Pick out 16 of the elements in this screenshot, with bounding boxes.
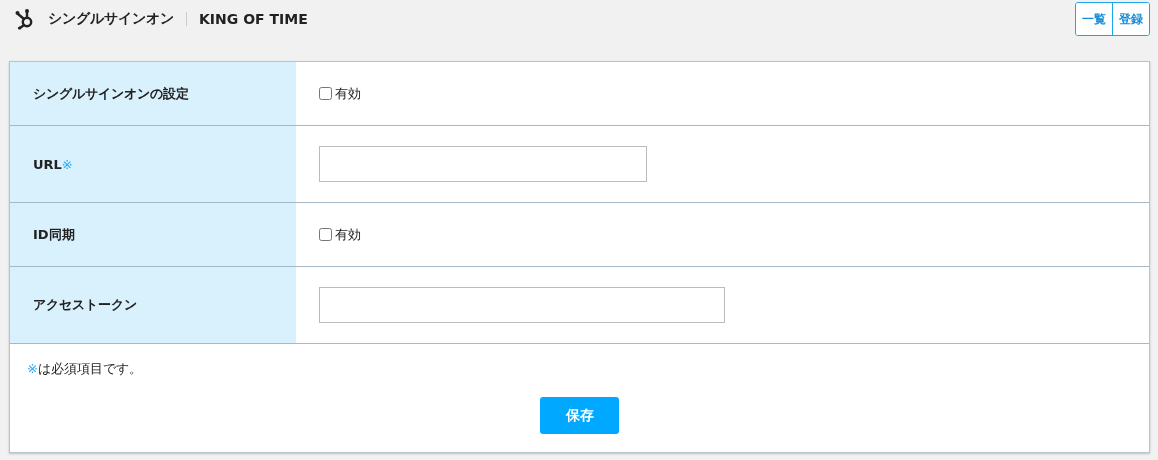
field-label: URL※ <box>10 126 296 202</box>
save-button[interactable]: 保存 <box>540 397 619 434</box>
field-label: アクセストークン <box>10 267 296 343</box>
checkbox-label: 有効 <box>335 225 361 244</box>
text-field[interactable] <box>319 146 647 182</box>
page-title: シングルサインオン <box>48 10 174 28</box>
checkbox[interactable] <box>319 228 332 241</box>
field-label: シングルサインオンの設定 <box>10 62 296 125</box>
header-button[interactable]: 登録 <box>1112 3 1149 35</box>
checkbox[interactable] <box>319 87 332 100</box>
header-button[interactable]: 一覧 <box>1076 3 1112 35</box>
checkbox-label: 有効 <box>335 84 361 103</box>
text-field[interactable] <box>319 287 725 323</box>
company-name: KING OF TIME <box>199 11 308 27</box>
field-label: ID同期 <box>10 203 296 266</box>
required-note: ※は必須項目です。 <box>26 360 143 378</box>
